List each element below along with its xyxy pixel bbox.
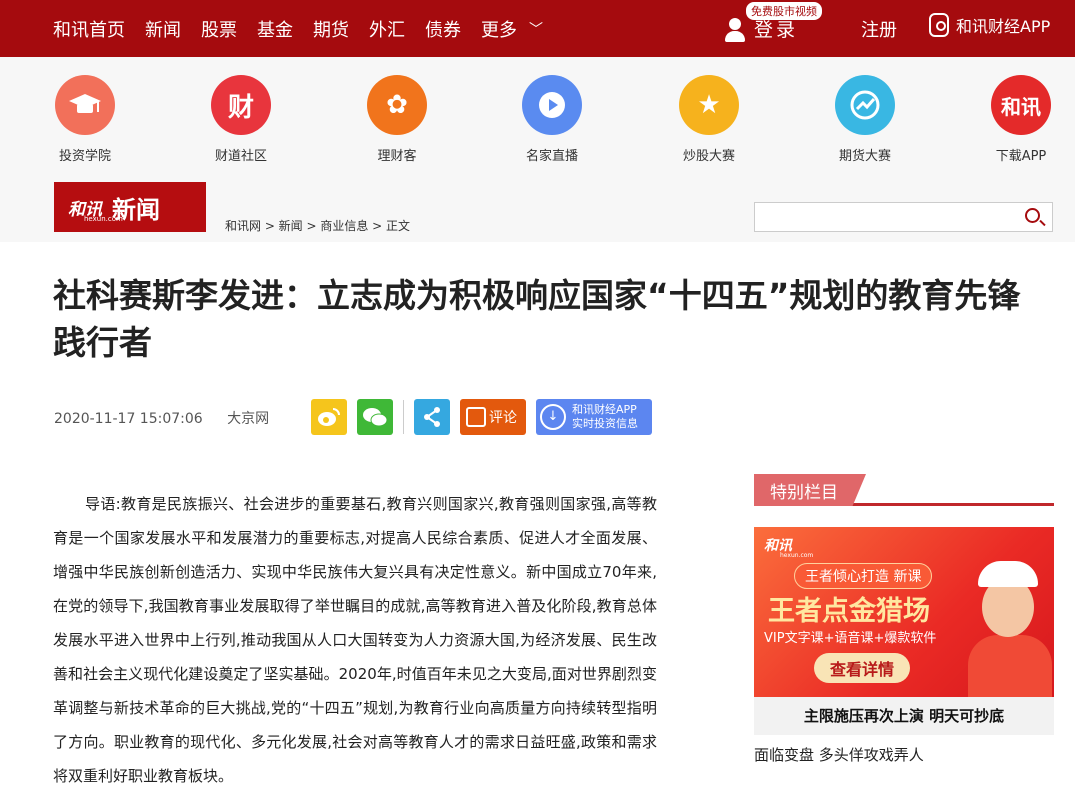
- star-icon: ★: [679, 75, 739, 135]
- nav-forex[interactable]: 外汇: [369, 16, 405, 42]
- top-nav-bar: 和讯首页 新闻 股票 基金 期货 外汇 债券 更多 ﹀ 登录 免费股市视频 注册…: [0, 0, 1075, 57]
- phone-icon: [929, 13, 949, 37]
- article-meta: 2020-11-17 15:07:06 大京网: [54, 408, 269, 428]
- app-button-line1: 和讯财经APP: [572, 403, 637, 416]
- nav-futures[interactable]: 期货: [313, 16, 349, 42]
- feature-stock-contest[interactable]: ★ 炒股大赛: [659, 75, 759, 164]
- register-link[interactable]: 注册: [861, 16, 897, 42]
- search-box: [754, 202, 1053, 232]
- person-shirt: [968, 635, 1052, 697]
- banner-caption-link[interactable]: 主限施压再次上演 明天可抄底: [754, 697, 1054, 735]
- flower-icon: ✿: [367, 75, 427, 135]
- play-icon: [522, 75, 582, 135]
- banner-pill: 王者倾心打造 新课: [794, 563, 933, 589]
- sidebar-title: 特别栏目: [770, 483, 838, 503]
- sidebar-header: 特别栏目: [754, 474, 1054, 506]
- banner-site: hexun.com: [780, 552, 814, 559]
- nav-bonds[interactable]: 债券: [425, 16, 461, 42]
- share-toolbar: 评论 ↓ 和讯财经APP 实时投资信息: [311, 399, 652, 435]
- wealth-icon: 财: [211, 75, 271, 135]
- share-icon[interactable]: [414, 399, 450, 435]
- banner-person-image: [968, 549, 1052, 697]
- weibo-share-icon[interactable]: [311, 399, 347, 435]
- nav-stocks[interactable]: 股票: [201, 16, 237, 42]
- hexun-logo-icon: 和讯: [991, 75, 1051, 135]
- banner-headline: 王者点金猎场: [768, 596, 930, 627]
- feature-label: 期货大赛: [838, 149, 891, 164]
- nav-news[interactable]: 新闻: [145, 16, 181, 42]
- article-body: 导语:教育是民族振兴、社会进步的重要基石,教育兴则国家兴,教育强则国家强,高等教…: [53, 495, 657, 785]
- feature-wealth-manager[interactable]: ✿ 理财客: [347, 75, 447, 164]
- feature-label: 炒股大赛: [682, 149, 735, 164]
- feature-label: 下载APP: [995, 149, 1047, 164]
- comment-label: 评论: [489, 410, 517, 426]
- download-icon: ↓: [540, 404, 566, 430]
- comment-button[interactable]: 评论: [460, 399, 526, 435]
- app-button-line2: 实时投资信息: [572, 417, 638, 430]
- feature-label: 投资学院: [58, 149, 111, 164]
- user-icon: [722, 14, 748, 44]
- chevron-down-icon[interactable]: ﹀: [529, 19, 543, 39]
- main-nav: 和讯首页 新闻 股票 基金 期货 外汇 债券 更多 ﹀: [53, 0, 543, 57]
- chart-icon: [835, 75, 895, 135]
- person-hat: [978, 561, 1038, 587]
- app-download-label: 和讯财经APP: [956, 17, 1051, 36]
- article-title: 社科赛斯李发进：立志成为积极响应国家“十四五”规划的教育先锋践行者: [53, 276, 1021, 362]
- sidebar-special-column: 特别栏目 和讯 hexun.com 王者倾心打造 新课 王者点金猎场 VIP文字…: [754, 474, 1054, 764]
- app-button-text: 和讯财经APP 实时投资信息: [572, 403, 638, 431]
- breadcrumb[interactable]: 和讯网 > 新闻 > 商业信息 > 正文: [225, 217, 410, 234]
- feature-label: 名家直播: [525, 149, 578, 164]
- article-source: 大京网: [227, 411, 270, 427]
- feature-community[interactable]: 财 财道社区: [191, 75, 291, 164]
- nav-funds[interactable]: 基金: [257, 16, 293, 42]
- feature-invest-academy[interactable]: 投资学院: [35, 75, 135, 164]
- pencil-icon: [466, 407, 486, 427]
- feature-label: 理财客: [377, 149, 417, 164]
- logo-site: hexun.com: [84, 215, 123, 223]
- feature-label: 财道社区: [214, 149, 267, 164]
- news-logo[interactable]: 和讯 hexun.com 新闻: [54, 182, 206, 232]
- banner-cta-button[interactable]: 查看详情: [814, 653, 911, 683]
- feature-live[interactable]: 名家直播: [502, 75, 602, 164]
- sidebar-news-link[interactable]: 面临变盘 多头佯攻戏弄人: [754, 744, 924, 765]
- search-icon[interactable]: [1025, 208, 1040, 223]
- share-divider: [403, 400, 404, 434]
- banner-subline: VIP文字课+语音课+爆款软件: [764, 631, 937, 646]
- graduation-cap-icon: [55, 75, 115, 135]
- wechat-share-icon[interactable]: [357, 399, 393, 435]
- feature-download-app[interactable]: 和讯 下载APP: [971, 75, 1071, 164]
- login-badge[interactable]: 免费股市视频: [746, 2, 822, 20]
- nav-more[interactable]: 更多: [481, 16, 517, 42]
- nav-home[interactable]: 和讯首页: [53, 16, 125, 42]
- article-date: 2020-11-17 15:07:06: [54, 411, 203, 427]
- feature-futures-contest[interactable]: 期货大赛: [815, 75, 915, 164]
- app-download-link[interactable]: 和讯财经APP: [929, 13, 1050, 37]
- app-download-button[interactable]: ↓ 和讯财经APP 实时投资信息: [536, 399, 652, 435]
- search-input[interactable]: [755, 203, 1005, 231]
- promo-banner[interactable]: 和讯 hexun.com 王者倾心打造 新课 王者点金猎场 VIP文字课+语音课…: [754, 527, 1054, 697]
